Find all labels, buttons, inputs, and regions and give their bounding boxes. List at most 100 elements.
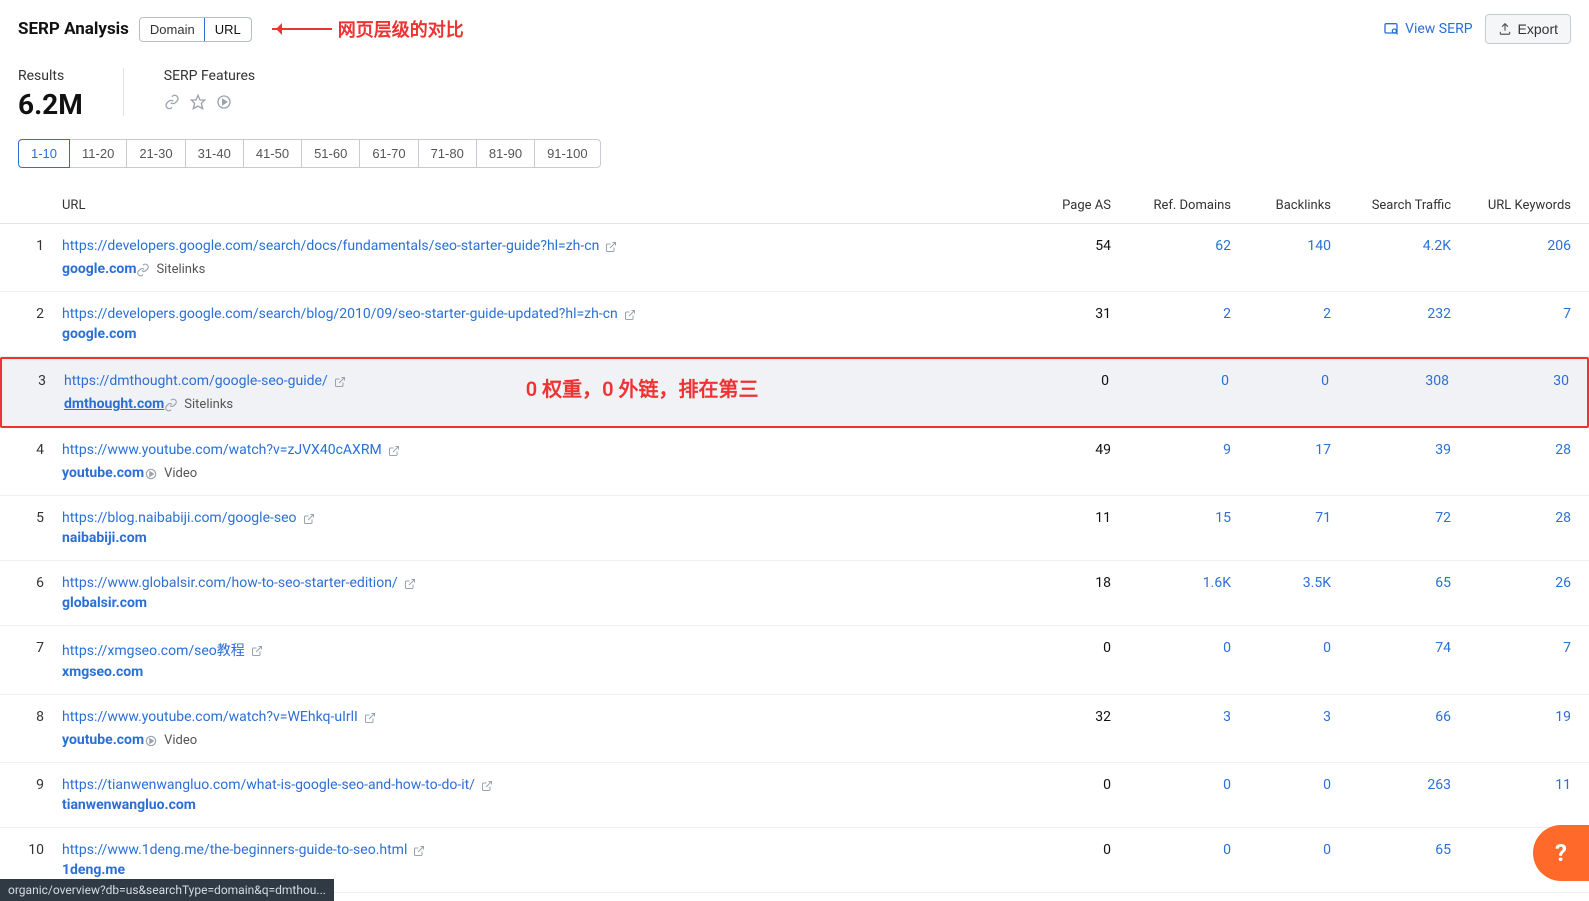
result-url[interactable]: https://tianwenwangluo.com/what-is-googl… bbox=[62, 777, 493, 793]
row-index: 8 bbox=[18, 709, 48, 725]
result-url[interactable]: https://www.globalsir.com/how-to-seo-sta… bbox=[62, 575, 416, 591]
result-url[interactable]: https://xmgseo.com/seo教程 bbox=[62, 640, 263, 660]
url-keywords-value[interactable]: 19 bbox=[1451, 709, 1571, 725]
external-icon bbox=[605, 239, 617, 253]
ref-domains-value[interactable]: 0 bbox=[1109, 373, 1229, 389]
url-keywords-value[interactable]: 30 bbox=[1449, 373, 1569, 389]
range-tab-11-20[interactable]: 11-20 bbox=[69, 139, 127, 168]
url-keywords-value[interactable]: 206 bbox=[1451, 238, 1571, 254]
row-index: 1 bbox=[18, 238, 48, 254]
result-url[interactable]: https://www.1deng.me/the-beginners-guide… bbox=[62, 842, 425, 858]
link-icon bbox=[164, 397, 178, 412]
export-button[interactable]: Export bbox=[1485, 14, 1571, 44]
ref-domains-value[interactable]: 3 bbox=[1111, 709, 1231, 725]
result-url[interactable]: https://www.youtube.com/watch?v=zJVX40cA… bbox=[62, 442, 400, 458]
toggle-domain[interactable]: Domain bbox=[140, 18, 205, 41]
url-keywords-value[interactable]: 7 bbox=[1451, 306, 1571, 322]
search-traffic-value[interactable]: 308 bbox=[1329, 373, 1449, 389]
col-backlinks[interactable]: Backlinks bbox=[1231, 198, 1331, 213]
col-search-traffic[interactable]: Search Traffic bbox=[1331, 198, 1451, 213]
range-tab-51-60[interactable]: 51-60 bbox=[301, 139, 360, 168]
table-row: 3 https://dmthought.com/google-seo-guide/… bbox=[0, 357, 1589, 428]
result-domain[interactable]: 1deng.me bbox=[62, 862, 125, 878]
url-keywords-value[interactable]: 28 bbox=[1451, 442, 1571, 458]
backlinks-value[interactable]: 0 bbox=[1231, 842, 1331, 858]
result-url[interactable]: https://www.youtube.com/watch?v=WEhkq-uI… bbox=[62, 709, 376, 725]
ref-domains-value[interactable]: 0 bbox=[1111, 842, 1231, 858]
result-url[interactable]: https://blog.naibabiji.com/google-seo bbox=[62, 510, 315, 526]
table-row: 6 https://www.globalsir.com/how-to-seo-st… bbox=[0, 561, 1589, 626]
backlinks-value[interactable]: 140 bbox=[1231, 238, 1331, 254]
external-icon bbox=[364, 710, 376, 724]
row-index: 5 bbox=[18, 510, 48, 526]
col-ref-domains[interactable]: Ref. Domains bbox=[1111, 198, 1231, 213]
col-url-keywords[interactable]: URL Keywords bbox=[1451, 198, 1571, 213]
range-tab-81-90[interactable]: 81-90 bbox=[476, 139, 535, 168]
search-traffic-value[interactable]: 65 bbox=[1331, 575, 1451, 591]
search-traffic-value[interactable]: 72 bbox=[1331, 510, 1451, 526]
ref-domains-value[interactable]: 1.6K bbox=[1111, 575, 1231, 591]
result-url[interactable]: https://developers.google.com/search/doc… bbox=[62, 238, 617, 254]
result-domain[interactable]: naibabiji.com bbox=[62, 530, 147, 546]
divider bbox=[123, 68, 124, 116]
backlinks-value[interactable]: 17 bbox=[1231, 442, 1331, 458]
search-traffic-value[interactable]: 66 bbox=[1331, 709, 1451, 725]
url-keywords-value[interactable]: 28 bbox=[1451, 510, 1571, 526]
feature-tag: Video bbox=[144, 733, 197, 748]
backlinks-value[interactable]: 71 bbox=[1231, 510, 1331, 526]
row-index: 9 bbox=[18, 777, 48, 793]
result-domain[interactable]: dmthought.com bbox=[64, 396, 164, 412]
range-tab-21-30[interactable]: 21-30 bbox=[126, 139, 185, 168]
help-button[interactable]: ? bbox=[1533, 825, 1589, 881]
url-keywords-value[interactable]: 11 bbox=[1451, 777, 1571, 793]
url-keywords-value[interactable]: 26 bbox=[1451, 575, 1571, 591]
search-traffic-value[interactable]: 39 bbox=[1331, 442, 1451, 458]
ref-domains-value[interactable]: 62 bbox=[1111, 238, 1231, 254]
result-domain[interactable]: xmgseo.com bbox=[62, 664, 143, 680]
result-domain[interactable]: tianwenwangluo.com bbox=[62, 797, 196, 813]
backlinks-value[interactable]: 0 bbox=[1229, 373, 1329, 389]
row-index: 10 bbox=[18, 842, 48, 858]
result-domain[interactable]: google.com bbox=[62, 326, 136, 342]
range-tab-31-40[interactable]: 31-40 bbox=[185, 139, 244, 168]
annotation-top-text: 网页层级的对比 bbox=[338, 16, 464, 42]
url-keywords-value[interactable]: 7 bbox=[1451, 640, 1571, 656]
external-icon bbox=[303, 511, 315, 525]
view-serp-link[interactable]: View SERP bbox=[1383, 21, 1472, 37]
range-tab-71-80[interactable]: 71-80 bbox=[418, 139, 477, 168]
backlinks-value[interactable]: 0 bbox=[1231, 640, 1331, 656]
result-url[interactable]: https://developers.google.com/search/blo… bbox=[62, 306, 636, 322]
range-tab-1-10[interactable]: 1-10 bbox=[18, 139, 70, 168]
backlinks-value[interactable]: 3 bbox=[1231, 709, 1331, 725]
row-index: 3 bbox=[20, 373, 50, 389]
search-traffic-value[interactable]: 232 bbox=[1331, 306, 1451, 322]
backlinks-value[interactable]: 3.5K bbox=[1231, 575, 1331, 591]
search-traffic-value[interactable]: 65 bbox=[1331, 842, 1451, 858]
result-domain[interactable]: youtube.com bbox=[62, 465, 144, 481]
range-tab-91-100[interactable]: 91-100 bbox=[534, 139, 600, 168]
ref-domains-value[interactable]: 15 bbox=[1111, 510, 1231, 526]
range-tab-41-50[interactable]: 41-50 bbox=[243, 139, 302, 168]
toggle-url[interactable]: URL bbox=[204, 17, 252, 42]
result-url[interactable]: https://dmthought.com/google-seo-guide/ bbox=[64, 373, 346, 389]
ref-domains-value[interactable]: 2 bbox=[1111, 306, 1231, 322]
range-tab-61-70[interactable]: 61-70 bbox=[359, 139, 418, 168]
col-url[interactable]: URL bbox=[48, 198, 1011, 213]
ref-domains-value[interactable]: 0 bbox=[1111, 777, 1231, 793]
ref-domains-value[interactable]: 9 bbox=[1111, 442, 1231, 458]
backlinks-value[interactable]: 0 bbox=[1231, 777, 1331, 793]
external-icon bbox=[624, 307, 636, 321]
star-icon bbox=[190, 92, 206, 110]
ref-domains-value[interactable]: 0 bbox=[1111, 640, 1231, 656]
search-traffic-value[interactable]: 74 bbox=[1331, 640, 1451, 656]
result-domain[interactable]: globalsir.com bbox=[62, 595, 147, 611]
feature-label: Video bbox=[164, 733, 197, 748]
col-page-as[interactable]: Page AS bbox=[1011, 198, 1111, 213]
search-traffic-value[interactable]: 263 bbox=[1331, 777, 1451, 793]
search-traffic-value[interactable]: 4.2K bbox=[1331, 238, 1451, 254]
feature-tag: Video bbox=[144, 466, 197, 481]
backlinks-value[interactable]: 2 bbox=[1231, 306, 1331, 322]
result-domain[interactable]: google.com bbox=[62, 261, 136, 277]
result-domain[interactable]: youtube.com bbox=[62, 732, 144, 748]
row-index: 6 bbox=[18, 575, 48, 591]
